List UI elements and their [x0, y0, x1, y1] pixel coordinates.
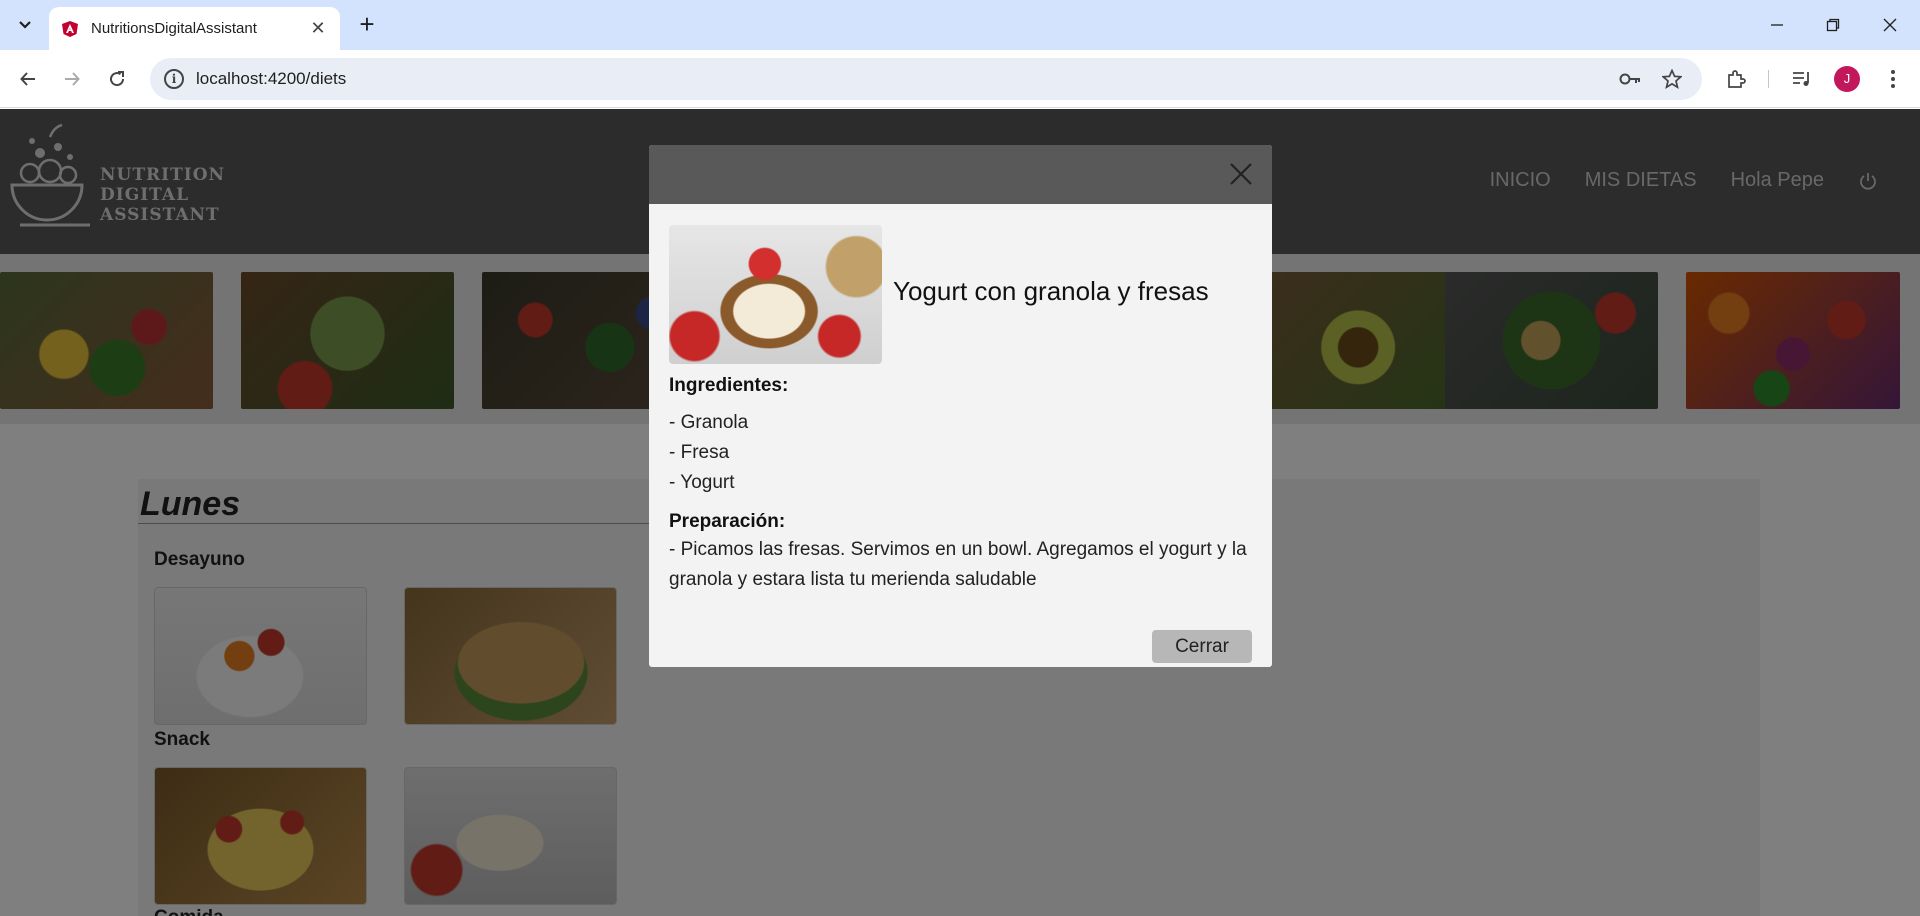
modal-header — [649, 145, 1272, 204]
close-button[interactable]: Cerrar — [1152, 630, 1252, 663]
preparation-text: - Picamos las fresas. Servimos en un bow… — [669, 539, 1247, 590]
ingredients-heading: Ingredientes: — [669, 375, 789, 396]
site-info-icon[interactable]: i — [164, 69, 184, 89]
bookmark-star-icon[interactable] — [1660, 67, 1684, 91]
reload-icon[interactable] — [100, 62, 134, 96]
media-control-icon[interactable] — [1787, 64, 1817, 94]
ingredient-item: - Yogurt — [669, 472, 735, 493]
window-close-icon[interactable] — [1862, 0, 1918, 50]
active-tab[interactable]: NutritionsDigitalAssistant ✕ — [49, 7, 340, 50]
restore-icon[interactable] — [1805, 0, 1861, 50]
profile-avatar[interactable]: J — [1834, 66, 1860, 92]
minimize-icon[interactable] — [1749, 0, 1805, 50]
tab-strip: NutritionsDigitalAssistant ✕ + — [0, 0, 1920, 50]
ingredient-item: - Fresa — [669, 442, 730, 463]
extensions-icon[interactable] — [1721, 64, 1751, 94]
address-bar[interactable]: i localhost:4200/diets — [150, 58, 1702, 100]
url-text[interactable]: localhost:4200/diets — [196, 69, 346, 89]
recipe-image — [669, 225, 882, 364]
favicon-icon — [61, 20, 79, 38]
password-key-icon[interactable] — [1618, 67, 1642, 91]
recipe-title: Yogurt con granola y fresas — [893, 276, 1209, 306]
ingredient-item: - Granola — [669, 412, 749, 433]
more-icon[interactable] — [1878, 64, 1908, 94]
recipe-modal: Yogurt con granola y fresas Ingredientes… — [649, 145, 1272, 667]
preparation-heading: Preparación: — [669, 511, 786, 532]
plus-icon[interactable]: + — [352, 10, 382, 40]
close-icon[interactable]: ✕ — [308, 18, 328, 39]
page-viewport: NUTRITION DIGITAL ASSISTANT INICIO MIS D… — [0, 109, 1920, 916]
tab-search-icon[interactable] — [9, 10, 41, 40]
back-icon[interactable] — [11, 62, 45, 96]
close-icon[interactable] — [1228, 161, 1254, 187]
browser-toolbar: i localhost:4200/diets J — [0, 50, 1920, 108]
forward-icon[interactable] — [55, 62, 89, 96]
toolbar-divider — [1768, 70, 1769, 88]
tab-title: NutritionsDigitalAssistant — [91, 20, 257, 37]
